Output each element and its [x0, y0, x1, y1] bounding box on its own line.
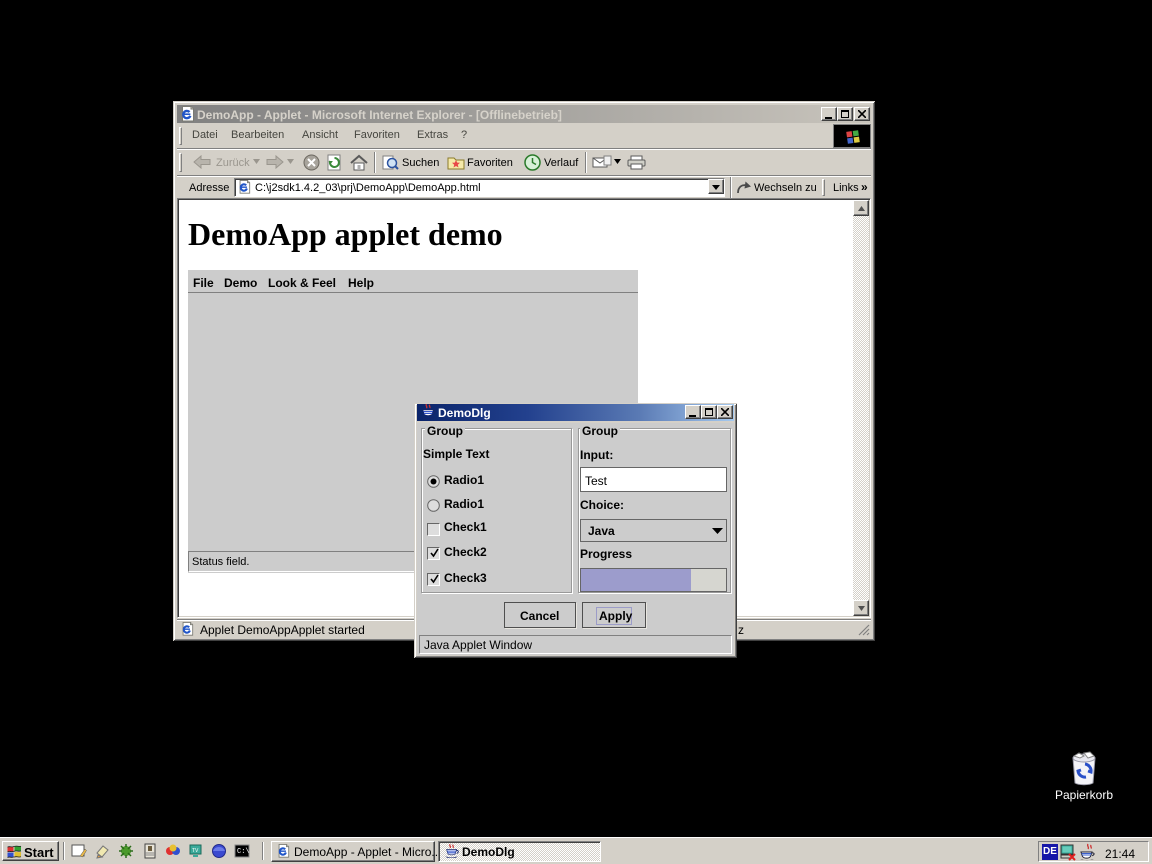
- svg-text:C:\: C:\: [237, 848, 250, 856]
- svg-text:TV: TV: [192, 848, 199, 854]
